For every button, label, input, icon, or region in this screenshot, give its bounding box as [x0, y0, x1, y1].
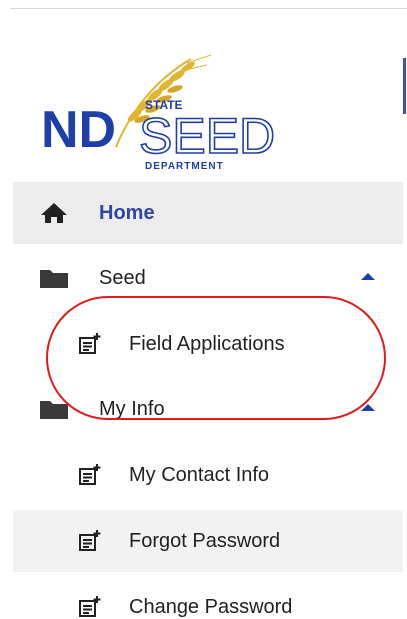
sidebar: ND STATE SEED DEPARTMENT Home Seed Field… — [13, 9, 403, 619]
svg-text:SEED: SEED — [139, 108, 275, 164]
menu-item-label: Seed — [99, 266, 146, 289]
menu-item-seed[interactable]: Seed — [13, 247, 403, 309]
content-edge — [403, 58, 406, 114]
menu-item-label: Change Password — [129, 595, 293, 618]
post-add-icon — [77, 332, 101, 356]
post-add-icon — [77, 595, 101, 619]
menu-item-my-info[interactable]: My Info — [13, 378, 403, 440]
menu-item-label: My Contact Info — [129, 463, 270, 486]
menu-item-forgot-password[interactable]: Forgot Password — [13, 510, 403, 572]
menu-item-field-applications[interactable]: Field Applications — [13, 313, 403, 375]
svg-text:ND: ND — [41, 101, 116, 159]
app-frame: ND STATE SEED DEPARTMENT Home Seed Field… — [0, 0, 407, 619]
home-icon — [38, 201, 70, 225]
nd-state-seed-logo[interactable]: ND STATE SEED DEPARTMENT — [41, 53, 301, 173]
svg-text:DEPARTMENT: DEPARTMENT — [145, 161, 224, 172]
folder-icon — [38, 397, 70, 421]
menu-item-my-contact-info[interactable]: My Contact Info — [13, 444, 403, 506]
collapse-caret-icon[interactable] — [361, 404, 375, 411]
post-add-icon — [77, 529, 101, 553]
post-add-icon — [77, 463, 101, 487]
menu-item-label: Home — [99, 201, 155, 224]
menu-item-label: My Info — [99, 397, 165, 420]
collapse-caret-icon[interactable] — [361, 273, 375, 280]
menu-item-label: Forgot Password — [129, 529, 281, 552]
folder-icon — [38, 266, 70, 290]
menu-item-change-password[interactable]: Change Password — [13, 576, 403, 619]
menu-item-home[interactable]: Home — [13, 182, 403, 244]
menu-item-label: Field Applications — [129, 332, 285, 355]
